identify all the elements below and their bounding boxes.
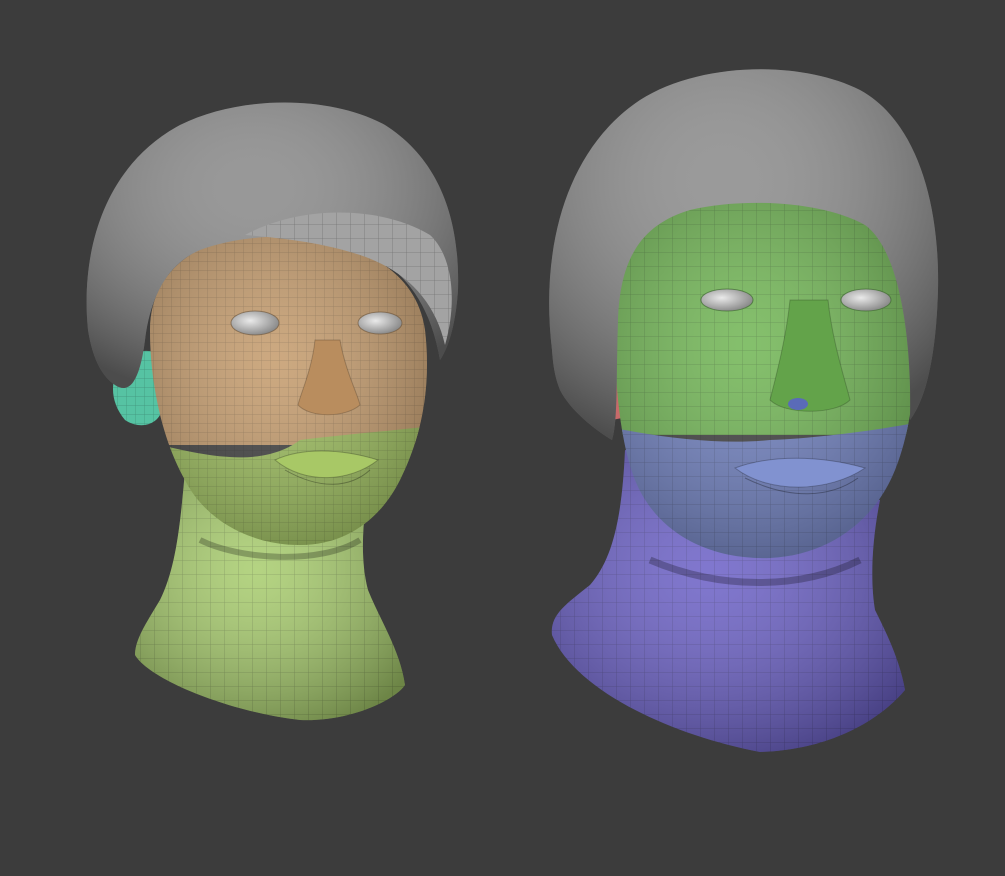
eye-right-left	[357, 311, 403, 335]
viewport-canvas	[0, 0, 1005, 876]
eye-right-right	[840, 288, 892, 312]
eye-left-right	[700, 288, 754, 312]
eye-left-left	[230, 310, 280, 336]
head-model-left	[86, 102, 459, 721]
sculpt-render	[86, 69, 939, 752]
head-model-right	[549, 69, 939, 752]
